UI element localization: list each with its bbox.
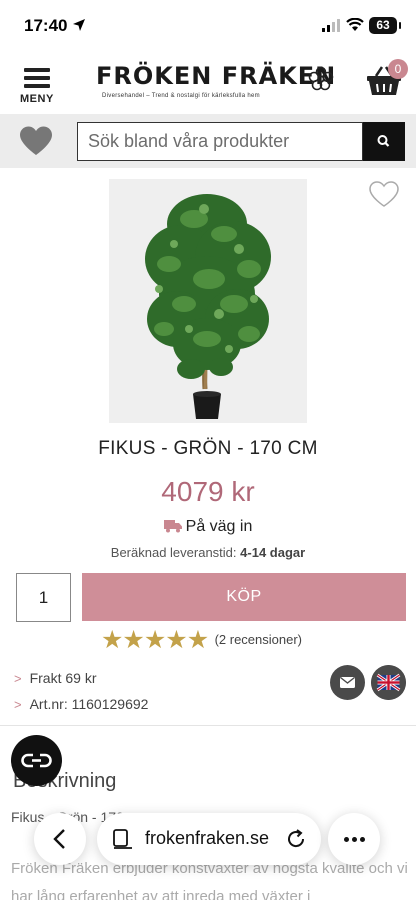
star-icon: ★ bbox=[143, 626, 167, 654]
chat-button[interactable] bbox=[11, 735, 62, 786]
chevron-right-icon: > bbox=[14, 671, 22, 686]
search-icon bbox=[377, 135, 390, 147]
status-time: 17:40 bbox=[24, 16, 68, 35]
favorites-heart-icon[interactable] bbox=[18, 125, 54, 157]
logo-tagline: Diversehandel – Trend & nostalgi för kär… bbox=[102, 93, 260, 99]
product-title: FIKUS - GRÖN - 170 CM bbox=[98, 438, 318, 459]
hamburger-icon bbox=[24, 68, 50, 72]
more-dots-icon bbox=[360, 837, 365, 842]
chevron-right-icon: > bbox=[14, 697, 22, 712]
article-number-text: Art.nr: 1160129692 bbox=[29, 696, 149, 712]
delivery-status: På väg in bbox=[0, 518, 416, 536]
star-icon: ★ bbox=[186, 626, 210, 654]
mail-icon bbox=[340, 676, 355, 688]
star-icon: ★ bbox=[122, 626, 145, 654]
battery-indicator: 63 bbox=[369, 17, 401, 34]
menu-label: MENY bbox=[20, 93, 54, 105]
browser-url: frokenfraken.se bbox=[145, 828, 270, 848]
product-price: 4079 kr bbox=[161, 476, 255, 507]
lead-time-value: 4-14 dagar bbox=[240, 545, 306, 560]
search-bar: Sök bland våra produkter bbox=[0, 114, 416, 168]
star-icon: ★ bbox=[165, 626, 188, 654]
menu-button[interactable]: MENY bbox=[16, 66, 60, 108]
browser-address-bar[interactable]: frokenfraken.se bbox=[97, 813, 321, 865]
site-logo[interactable]: FRÖKEN FRÄKEN Diversehandel – Trend & no… bbox=[96, 62, 336, 106]
product-image[interactable] bbox=[109, 179, 307, 423]
section-divider bbox=[0, 725, 416, 726]
browser-more-button[interactable] bbox=[328, 813, 380, 865]
wishlist-heart-icon[interactable] bbox=[368, 180, 400, 208]
reload-icon[interactable] bbox=[285, 828, 307, 850]
cart-count-badge: 0 bbox=[388, 59, 408, 79]
email-button[interactable] bbox=[330, 665, 365, 700]
logo-name: FRÖKEN FRÄKEN bbox=[96, 62, 337, 90]
uk-flag-icon bbox=[371, 665, 406, 700]
shipping-text: Frakt 69 kr bbox=[29, 670, 97, 686]
site-header: MENY FRÖKEN FRÄKEN Diversehandel – Trend… bbox=[0, 52, 416, 114]
quantity-input[interactable]: 1 bbox=[16, 573, 71, 622]
more-dots-icon bbox=[344, 837, 349, 842]
article-number: > Art.nr: 1160129692 bbox=[14, 696, 148, 712]
review-count[interactable]: (2 recensioner) bbox=[215, 632, 302, 647]
reader-mode-icon[interactable] bbox=[111, 827, 135, 851]
shipping-info[interactable]: > Frakt 69 kr bbox=[14, 670, 97, 686]
hamburger-icon-bar bbox=[24, 76, 50, 80]
ficus-tree-image bbox=[109, 179, 307, 423]
language-button[interactable] bbox=[371, 665, 406, 700]
location-arrow-icon bbox=[73, 19, 85, 31]
more-dots-icon bbox=[352, 837, 357, 842]
chat-link-icon bbox=[21, 753, 52, 768]
star-icon: ★ bbox=[101, 626, 124, 654]
flower-icon bbox=[308, 66, 334, 91]
wifi-icon bbox=[346, 18, 364, 31]
delivery-status-text: På väg in bbox=[185, 518, 253, 535]
signal-icon bbox=[322, 19, 340, 32]
lead-time: Beräknad leveranstid: 4-14 dagar bbox=[0, 545, 416, 560]
rating[interactable]: ★★★★★ (2 recensioner) bbox=[101, 627, 302, 653]
search-input[interactable]: Sök bland våra produkter bbox=[77, 122, 363, 161]
search-button[interactable] bbox=[363, 122, 405, 161]
lead-time-label: Beräknad leveranstid: bbox=[110, 545, 237, 560]
status-bar: 17:40 63 bbox=[0, 0, 416, 52]
chevron-left-icon bbox=[53, 829, 65, 849]
truck-icon bbox=[163, 520, 182, 533]
hamburger-icon-bar bbox=[24, 84, 50, 88]
buy-button[interactable]: KÖP bbox=[82, 573, 406, 621]
browser-back-button[interactable] bbox=[34, 813, 86, 865]
